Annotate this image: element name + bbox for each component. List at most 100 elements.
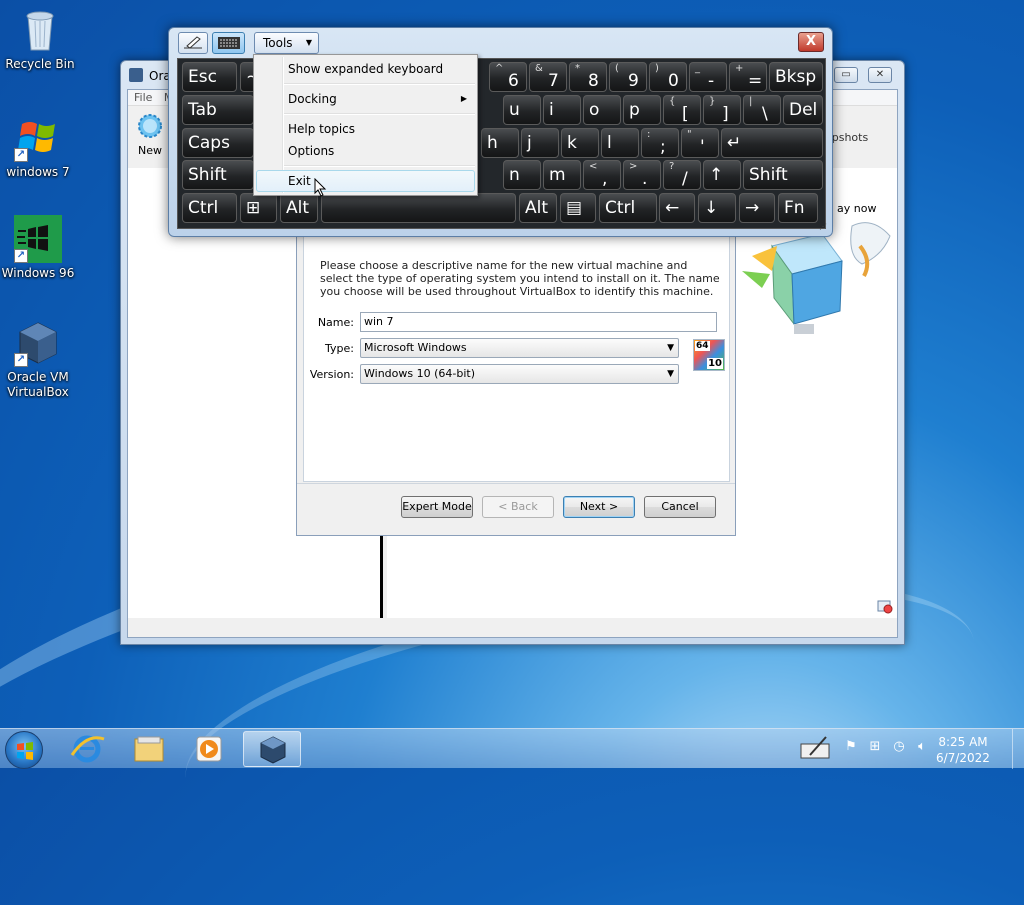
key-fn[interactable]: Fn — [778, 193, 818, 223]
key-n[interactable]: n — [503, 160, 541, 190]
desktop-icon-recycle-bin[interactable]: Recycle Bin — [2, 6, 78, 72]
key-h[interactable]: h — [481, 128, 519, 158]
os-type-select[interactable]: Microsoft Windows ▼ — [360, 338, 679, 358]
key-backslash[interactable]: | \ — [743, 95, 781, 125]
key-l[interactable]: l — [601, 128, 639, 158]
system-clock[interactable]: 8:25 AM 6/7/2022 — [934, 734, 992, 766]
handwriting-button[interactable] — [178, 32, 208, 54]
desktop-icon-windows-96[interactable]: ↗ Windows 96 — [0, 215, 76, 281]
key-left[interactable]: ← — [659, 193, 695, 223]
menu-item-show-expanded-keyboard[interactable]: Show expanded keyboard — [256, 58, 475, 80]
pen-icon — [184, 36, 202, 49]
media-player-icon — [196, 736, 222, 762]
expert-mode-button[interactable]: Expert Mode — [401, 496, 473, 518]
key-p[interactable]: p — [623, 95, 661, 125]
key-char: , — [602, 169, 608, 189]
key-alt_r[interactable]: Alt — [519, 193, 557, 223]
key-m[interactable]: m — [543, 160, 581, 190]
key-shift-char: * — [575, 63, 580, 74]
key-j[interactable]: j — [521, 128, 559, 158]
key-k[interactable]: k — [561, 128, 599, 158]
key-i[interactable]: i — [543, 95, 581, 125]
menu-file[interactable]: File — [134, 91, 152, 104]
key-right[interactable]: → — [739, 193, 775, 223]
maximize-button[interactable]: ▭ — [834, 67, 858, 83]
menu-item-docking[interactable]: Docking ▶ — [256, 88, 475, 110]
action-center-flag-icon[interactable]: ⚑ — [842, 739, 860, 757]
next-button[interactable]: Next > — [563, 496, 635, 518]
key-u[interactable]: u — [503, 95, 541, 125]
key-minus[interactable]: _ - — [689, 62, 727, 92]
desktop-icon-label: windows 7 — [6, 165, 70, 179]
key-equals[interactable]: + = — [729, 62, 767, 92]
status-gear-icon[interactable] — [877, 598, 893, 614]
chevron-down-icon: ▼ — [667, 369, 674, 379]
taskbar-media-player[interactable] — [180, 731, 238, 767]
desktop-icon-windows-7[interactable]: ↗ windows 7 — [0, 114, 76, 180]
button-separator — [297, 483, 735, 484]
menu-separator — [284, 165, 475, 167]
key-8[interactable]: * 8 — [569, 62, 607, 92]
os-version-value: Windows 10 (64-bit) — [364, 367, 475, 380]
new-vm-button[interactable]: New — [132, 111, 168, 157]
back-button[interactable]: < Back — [482, 496, 554, 518]
key-up[interactable]: ↑ — [703, 160, 741, 190]
key-alt_l[interactable]: Alt — [280, 193, 318, 223]
desktop-icon-virtualbox[interactable]: ↗ Oracle VM VirtualBox — [0, 319, 76, 400]
key-space[interactable] — [321, 193, 516, 223]
keyboard-mode-button[interactable] — [212, 32, 245, 54]
key-ctrl_l[interactable]: Ctrl — [182, 193, 237, 223]
os-version-select[interactable]: Windows 10 (64-bit) ▼ — [360, 364, 679, 384]
menu-item-options[interactable]: Options — [256, 140, 475, 162]
key-down[interactable]: ↓ — [698, 193, 736, 223]
key-enter[interactable]: ↵ — [721, 128, 823, 158]
folder-icon — [134, 736, 164, 762]
key-ctrl_r[interactable]: Ctrl — [599, 193, 657, 223]
chevron-down-icon: ▼ — [667, 343, 674, 353]
chevron-down-icon: ▼ — [305, 38, 312, 47]
key-o[interactable]: o — [583, 95, 621, 125]
menu-item-exit[interactable]: Exit — [256, 170, 475, 192]
clock-time: 8:25 AM — [938, 735, 988, 749]
key-quote[interactable]: " ' — [681, 128, 719, 158]
key-rbracket[interactable]: }] — [703, 95, 741, 125]
key-shift-char: > — [629, 161, 638, 172]
key-shift_r[interactable]: Shift — [743, 160, 823, 190]
taskbar-file-explorer[interactable] — [120, 731, 178, 767]
close-button[interactable]: X — [798, 32, 824, 52]
key-bksp[interactable]: Bksp — [769, 62, 823, 92]
close-button[interactable]: ✕ — [868, 67, 892, 83]
key-7[interactable]: & 7 — [529, 62, 567, 92]
volume-icon[interactable]: 🔈︎ — [913, 739, 931, 757]
key-semicolon[interactable]: :; — [641, 128, 679, 158]
key-shift_l[interactable]: Shift — [182, 160, 254, 190]
key-tab[interactable]: Tab — [182, 95, 254, 125]
key-period[interactable]: >. — [623, 160, 661, 190]
tools-menu-button[interactable]: Tools ▼ — [254, 32, 319, 54]
key-menu[interactable]: ▤ — [560, 193, 596, 223]
vm-name-input[interactable]: win 7 — [360, 312, 717, 332]
key-9[interactable]: (9 — [609, 62, 647, 92]
resize-grip-icon[interactable]: ⋰ — [819, 223, 829, 233]
key-0[interactable]: ) 0 — [649, 62, 687, 92]
network-icon[interactable]: ⊞ — [866, 739, 884, 757]
show-desktop-button[interactable] — [1012, 729, 1024, 769]
key-lbracket[interactable]: {[ — [663, 95, 701, 125]
key-shift-char: < — [589, 161, 598, 172]
key-del[interactable]: Del — [783, 95, 823, 125]
power-icon[interactable]: ◷ — [890, 739, 908, 757]
key-6[interactable]: ^ 6 — [489, 62, 527, 92]
cancel-button[interactable]: Cancel — [644, 496, 716, 518]
menu-item-help-topics[interactable]: Help topics — [256, 118, 475, 140]
osk-tray-icon[interactable] — [800, 735, 832, 759]
key-caps[interactable]: Caps — [182, 128, 254, 158]
key-win[interactable]: ⊞ — [240, 193, 277, 223]
start-button[interactable] — [5, 731, 43, 769]
key-esc[interactable]: Esc — [182, 62, 237, 92]
key-shift-char: + — [735, 63, 744, 74]
key-slash[interactable]: ? / — [663, 160, 701, 190]
taskbar-internet-explorer[interactable] — [58, 731, 116, 767]
virtualbox-icon: ↗ — [14, 319, 62, 367]
key-comma[interactable]: <, — [583, 160, 621, 190]
taskbar-virtualbox[interactable] — [243, 731, 301, 767]
